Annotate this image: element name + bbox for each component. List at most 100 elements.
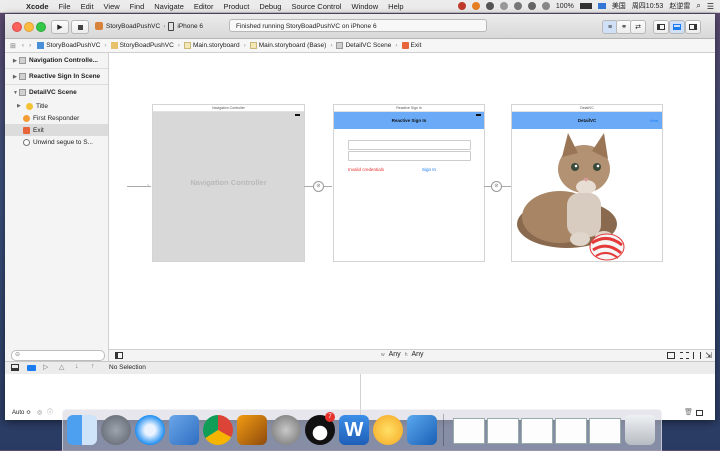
trash-icon[interactable]: 🗑 xyxy=(684,408,693,416)
volume-icon[interactable] xyxy=(541,2,550,10)
split-view-icon[interactable] xyxy=(696,410,703,416)
related-items-icon[interactable]: ⊞ xyxy=(10,42,16,50)
menu-navigate[interactable]: Navigate xyxy=(154,2,184,11)
segue-icon[interactable]: ⊘ xyxy=(491,181,502,192)
minimized-window-thumb[interactable] xyxy=(555,418,587,444)
minimized-window-thumb[interactable] xyxy=(453,418,485,444)
outline-scene-signin[interactable]: ▶ Reactive Sign In Scene xyxy=(5,69,108,85)
spotlight-icon[interactable]: ⌕ xyxy=(696,1,700,11)
menu-editor[interactable]: Editor xyxy=(194,2,214,11)
info-icon[interactable]: ⓘ xyxy=(47,407,53,416)
apple-menu-icon[interactable] xyxy=(10,2,18,10)
menu-view[interactable]: View xyxy=(104,2,120,11)
step-in-icon[interactable]: ↓ xyxy=(75,363,79,370)
finder-icon[interactable] xyxy=(67,415,97,445)
outline-item-first-responder[interactable]: First Responder xyxy=(5,112,108,124)
time-machine-icon[interactable] xyxy=(499,2,508,10)
menu-debug[interactable]: Debug xyxy=(259,2,281,11)
forward-icon[interactable]: › xyxy=(29,42,31,49)
breadcrumb-storyboard[interactable]: Main.storyboard xyxy=(183,42,240,49)
size-class-control[interactable]: w Any h Any xyxy=(381,351,424,358)
outline-scene-detail[interactable]: ▼ DetailVC Scene xyxy=(5,85,108,100)
status-app-icon[interactable] xyxy=(457,2,466,10)
breadcrumb-storyboard-base[interactable]: Main.storyboard (Base) xyxy=(249,42,326,49)
navigation-controller-scene[interactable]: Navigation Controller Navigation Control… xyxy=(152,104,305,262)
menu-file[interactable]: File xyxy=(59,2,71,11)
app-icon[interactable] xyxy=(373,415,403,445)
utilities-toggle-icon xyxy=(689,24,697,30)
breadcrumb-exit[interactable]: Exit xyxy=(401,42,421,49)
outline-item-exit[interactable]: Exit xyxy=(5,124,108,136)
menu-find[interactable]: Find xyxy=(130,2,145,11)
menu-source-control[interactable]: Source Control xyxy=(291,2,341,11)
minimized-window-thumb[interactable] xyxy=(487,418,519,444)
close-button[interactable] xyxy=(12,22,22,32)
detail-nav-bar: DetailVC Item xyxy=(512,112,662,129)
menu-app-name[interactable]: Xcode xyxy=(26,2,49,11)
menu-window[interactable]: Window xyxy=(351,2,378,11)
password-field[interactable] xyxy=(348,151,471,161)
sublime-text-icon[interactable] xyxy=(237,415,267,445)
debug-area-toggle-button[interactable] xyxy=(669,20,685,34)
storyboard-canvas[interactable]: › Navigation Controller Navigation Contr… xyxy=(109,53,715,349)
breadcrumb-project[interactable]: StoryBoadPushVC xyxy=(37,42,100,49)
disclosure-icon[interactable]: ▶ xyxy=(17,103,23,109)
step-over-icon[interactable]: △ xyxy=(59,363,64,371)
signin-scene[interactable]: Reactive Sign In Reactive Sign In Invali… xyxy=(333,104,485,262)
outline-item-unwind-segue[interactable]: Unwind segue to S... xyxy=(5,136,108,148)
resolve-icon[interactable] xyxy=(693,352,701,359)
input-method[interactable]: 美国 xyxy=(612,1,626,11)
align-icon[interactable] xyxy=(667,352,675,359)
detail-scene[interactable]: DetailVC DetailVC Item xyxy=(511,104,663,262)
zoom-button[interactable] xyxy=(36,22,46,32)
resizing-icon[interactable]: ⇲ xyxy=(705,351,712,360)
scheme-selector[interactable]: StoryBoadPushVC › iPhone 6 xyxy=(95,21,203,31)
menu-product[interactable]: Product xyxy=(223,2,249,11)
outline-item-title[interactable]: ▶ Title xyxy=(5,100,108,112)
wifi-icon[interactable] xyxy=(527,2,536,10)
launchpad-icon[interactable] xyxy=(101,415,131,445)
run-button[interactable]: ▶ xyxy=(51,20,69,34)
minimized-window-thumb[interactable] xyxy=(521,418,553,444)
version-editor-button[interactable]: ⇄ xyxy=(630,20,646,34)
breakpoints-icon[interactable] xyxy=(27,365,36,371)
filter-icon: ⊖ xyxy=(15,352,21,358)
username-field[interactable] xyxy=(348,140,471,150)
word-icon[interactable]: W xyxy=(339,415,369,445)
user-name[interactable]: 赵逆雷 xyxy=(669,1,690,11)
outline-toggle-icon[interactable] xyxy=(115,352,123,359)
step-out-icon[interactable]: ↑ xyxy=(91,363,95,370)
outline-filter-field[interactable]: ⊖ xyxy=(11,350,105,361)
notification-center-icon[interactable]: ☰ xyxy=(707,2,714,11)
menu-help[interactable]: Help xyxy=(388,2,403,11)
breadcrumb-group[interactable]: StoryBoadPushVC xyxy=(110,42,174,49)
status-app-icon[interactable] xyxy=(485,2,494,10)
chrome-icon[interactable] xyxy=(203,415,233,445)
signin-button[interactable]: Sign In xyxy=(422,167,436,172)
minimized-window-thumb[interactable] xyxy=(589,418,621,444)
minimize-button[interactable] xyxy=(24,22,34,32)
trash-icon[interactable] xyxy=(625,415,655,445)
continue-icon[interactable]: ▷ xyxy=(43,363,48,371)
variables-scope-popup[interactable]: Auto ≎ xyxy=(12,409,31,416)
outline-scene-navigation[interactable]: ▶ Navigation Controlle... xyxy=(5,53,108,69)
preview-icon[interactable] xyxy=(169,415,199,445)
bluetooth-icon[interactable] xyxy=(513,2,522,10)
back-icon[interactable]: ‹ xyxy=(22,42,24,49)
utilities-toggle-button[interactable] xyxy=(685,20,701,34)
system-preferences-icon[interactable] xyxy=(271,415,301,445)
xcode-icon[interactable] xyxy=(407,415,437,445)
clock[interactable]: 周四10:53 xyxy=(632,1,664,11)
detail-nav-item[interactable]: Item xyxy=(650,112,658,129)
status-app-icon[interactable] xyxy=(471,2,480,10)
pin-icon[interactable] xyxy=(680,352,689,359)
safari-icon[interactable] xyxy=(135,415,165,445)
stop-button[interactable] xyxy=(71,20,89,34)
segue-icon[interactable]: ⊘ xyxy=(313,181,324,192)
quick-look-icon[interactable]: ◎ xyxy=(37,409,42,416)
menu-edit[interactable]: Edit xyxy=(81,2,94,11)
navigator-toggle-button[interactable] xyxy=(653,20,669,34)
hide-debug-icon[interactable] xyxy=(11,364,19,371)
breadcrumb-scene[interactable]: DetailVC Scene xyxy=(336,42,391,49)
battery-percent[interactable]: 100% xyxy=(556,3,574,10)
